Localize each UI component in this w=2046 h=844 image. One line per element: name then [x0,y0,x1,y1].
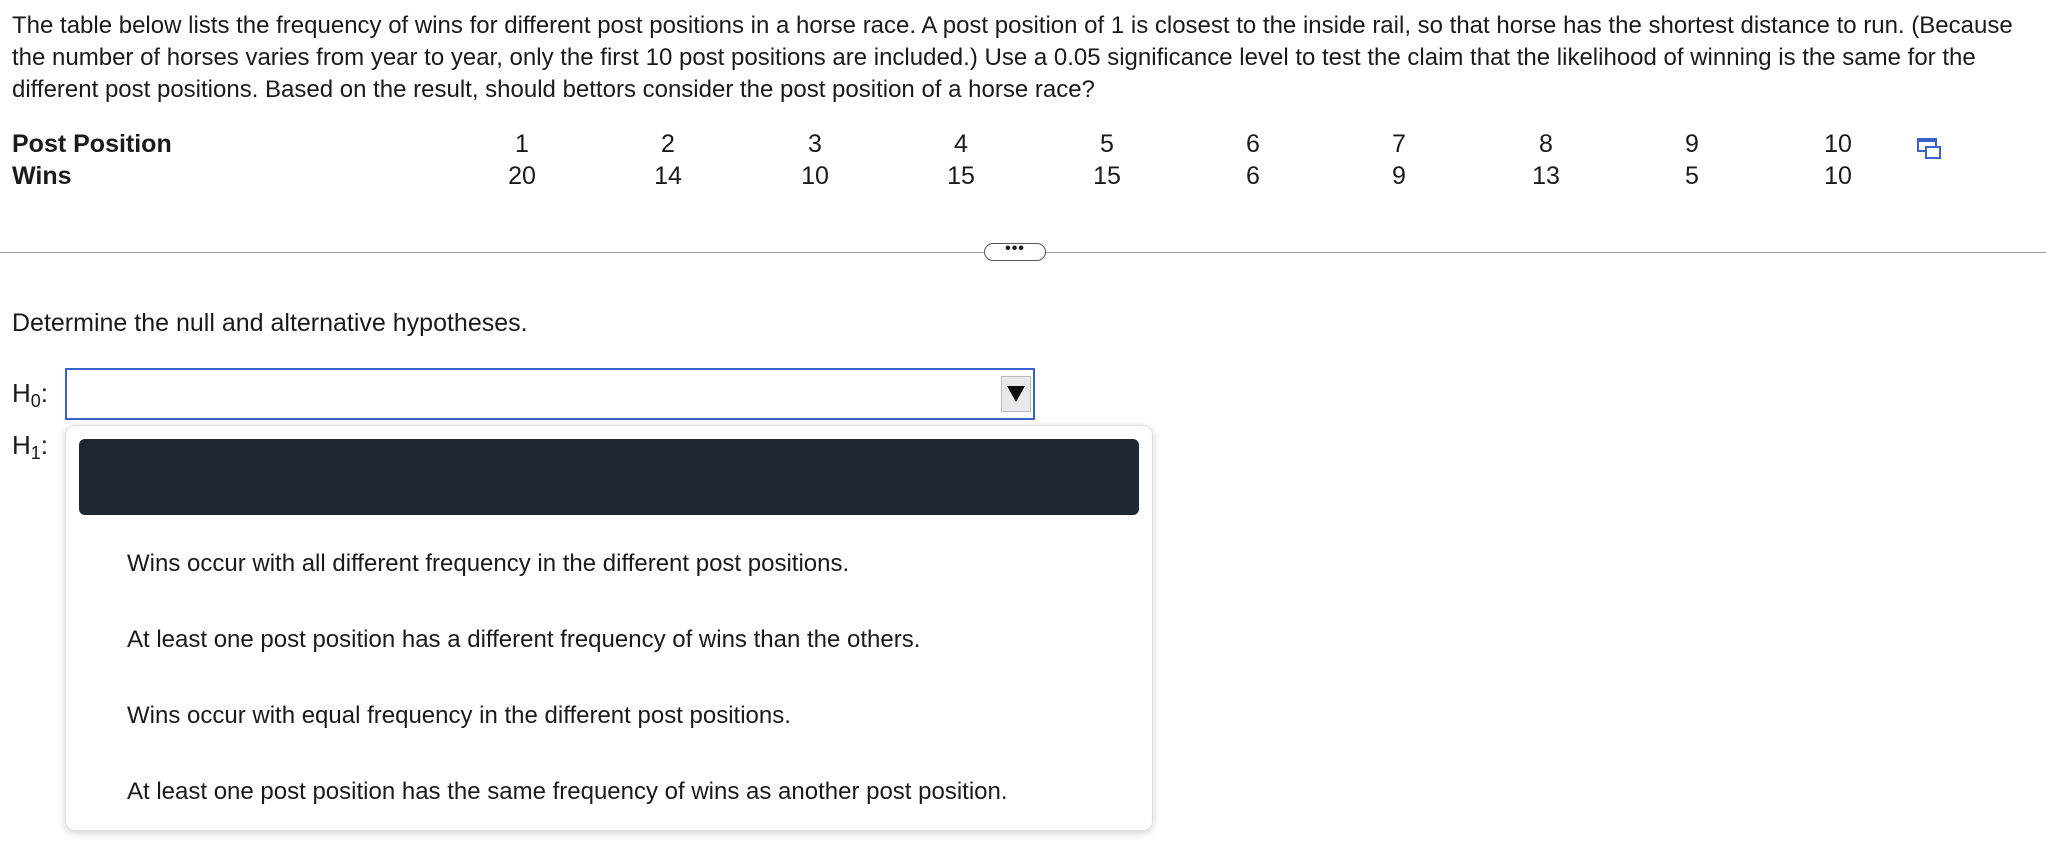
post-position-cell: 3 [808,130,822,158]
triangle-down-icon[interactable] [1001,376,1031,412]
post-position-cell: 5 [1100,130,1114,158]
option-equal-frequency[interactable]: Wins occur with equal frequency in the d… [127,702,791,730]
h1-label: H1: [12,430,49,463]
h0-dropdown[interactable] [65,368,1035,420]
option-at-least-one-same[interactable]: At least one post position has the same … [127,778,1008,806]
wins-cell: 6 [1246,162,1260,190]
wins-cell: 14 [654,162,682,190]
wins-cell: 15 [1093,162,1121,190]
copy-data-icon[interactable] [1917,137,1943,161]
h1-dropdown[interactable] [65,418,1035,422]
row-label-wins: Wins [12,162,72,190]
wins-cell: 5 [1685,162,1699,190]
wins-cell: 15 [947,162,975,190]
h0-label: H0: [12,378,49,411]
post-position-cell: 10 [1824,130,1852,158]
highlighted-option[interactable] [79,439,1139,515]
expand-more-button[interactable]: ••• [984,241,1046,261]
post-position-cell: 8 [1539,130,1553,158]
wins-cell: 10 [801,162,829,190]
hypotheses-prompt: Determine the null and alternative hypot… [12,309,528,337]
option-all-different[interactable]: Wins occur with all different frequency … [127,550,849,578]
row-label-post-position: Post Position [12,130,172,158]
post-position-cell: 4 [954,130,968,158]
wins-cell: 10 [1824,162,1852,190]
post-position-cell: 6 [1246,130,1260,158]
wins-cell: 13 [1532,162,1560,190]
post-position-cell: 2 [661,130,675,158]
post-position-cell: 7 [1392,130,1406,158]
post-position-cell: 1 [515,130,529,158]
page: The table below lists the frequency of w… [0,0,2046,844]
wins-cell: 20 [508,162,536,190]
question-text: The table below lists the frequency of w… [12,12,2013,103]
option-at-least-one-different[interactable]: At least one post position has a differe… [127,626,920,654]
post-position-cell: 9 [1685,130,1699,158]
hypothesis-options-menu: Wins occur with all different frequency … [65,425,1153,831]
wins-cell: 9 [1392,162,1406,190]
